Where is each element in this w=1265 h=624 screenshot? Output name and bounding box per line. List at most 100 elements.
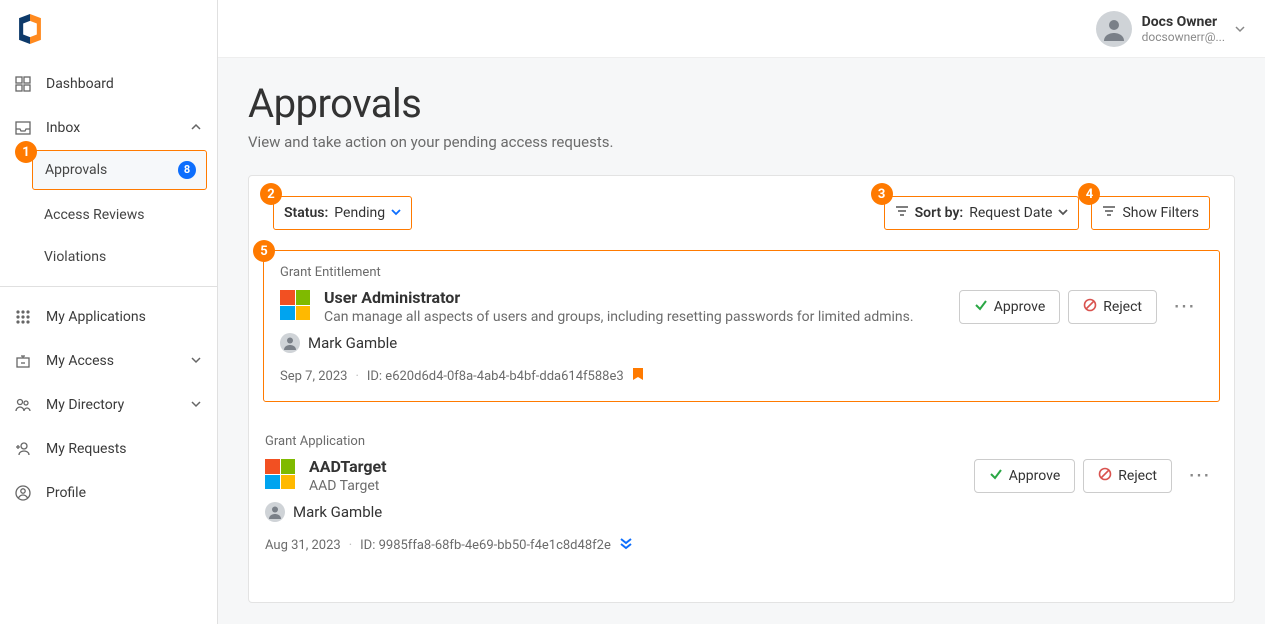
nav-label: My Applications (46, 309, 201, 325)
callout-3: 3 (871, 183, 893, 205)
requester-avatar-icon (265, 502, 285, 522)
nav-dashboard[interactable]: Dashboard (0, 62, 217, 106)
sort-icon (895, 204, 909, 222)
reject-label: Reject (1118, 468, 1157, 484)
request-desc: Can manage all aspects of users and grou… (324, 309, 945, 325)
profile-icon (14, 484, 32, 502)
user-name: Docs Owner (1142, 14, 1225, 30)
nav-label: My Requests (46, 441, 201, 457)
nav-profile[interactable]: Profile (0, 471, 217, 515)
more-actions-button[interactable]: ⋯ (1165, 296, 1203, 318)
nav-inbox-approvals[interactable]: 1 Approvals 8 (32, 150, 207, 190)
more-actions-button[interactable]: ⋯ (1180, 465, 1218, 487)
chevron-down-icon (191, 354, 201, 368)
callout-1: 1 (15, 141, 37, 163)
chevron-down-icon (391, 205, 401, 221)
status-filter[interactable]: 2 Status: Pending (273, 196, 412, 230)
nav-label: My Access (46, 353, 177, 369)
nav-my-access[interactable]: My Access (0, 339, 217, 383)
approve-label: Approve (994, 299, 1045, 315)
status-value: Pending (334, 205, 385, 221)
request-date: Sep 7, 2023 (280, 369, 347, 384)
inbox-icon (14, 119, 32, 137)
microsoft-icon (280, 290, 310, 320)
nav-label: Approvals (45, 162, 164, 178)
user-email: docsownerr@... (1142, 30, 1225, 44)
nav-inbox-access-reviews[interactable]: Access Reviews (0, 194, 217, 236)
requester: Mark Gamble (280, 333, 1203, 353)
callout-4: 4 (1078, 183, 1100, 205)
chevron-down-icon (1058, 205, 1068, 221)
approve-button[interactable]: Approve (974, 459, 1075, 493)
reject-label: Reject (1103, 299, 1142, 315)
reject-button[interactable]: Reject (1068, 290, 1157, 324)
nav-label: Inbox (46, 120, 177, 136)
nav-label: Dashboard (46, 76, 201, 92)
sort-label: Sort by: (915, 205, 964, 221)
request-title: AADTarget (309, 457, 960, 476)
user-menu[interactable]: Docs Owner docsownerr@... (1096, 11, 1245, 47)
ban-icon (1098, 467, 1112, 485)
requester: Mark Gamble (265, 502, 1218, 522)
nav-my-requests[interactable]: My Requests (0, 427, 217, 471)
sort-by[interactable]: 3 Sort by: Request Date (884, 196, 1080, 230)
bookmark-icon (632, 367, 644, 385)
page-subtitle: View and take action on your pending acc… (248, 133, 1235, 151)
request-id: ID: e620d6d4-0f8a-4ab4-b4bf-dda614f588e3 (367, 369, 624, 384)
callout-2: 2 (260, 183, 282, 205)
chevron-down-icon (1235, 19, 1245, 38)
chevron-up-icon (191, 121, 201, 135)
sidebar: Dashboard Inbox 1 Approvals 8 Access Rev… (0, 0, 218, 624)
request-type: Grant Entitlement (280, 265, 1203, 280)
content: Approvals View and take action on your p… (218, 58, 1265, 624)
approvals-count-badge: 8 (178, 161, 196, 179)
apps-icon (14, 308, 32, 326)
request-meta: Sep 7, 2023 · ID: e620d6d4-0f8a-4ab4-b4b… (280, 367, 1203, 385)
logo (0, 0, 217, 62)
requester-name: Mark Gamble (293, 503, 382, 521)
sort-value: Request Date (969, 205, 1052, 221)
reject-button[interactable]: Reject (1083, 459, 1172, 493)
request-card[interactable]: 5 Grant Entitlement User Administrator C… (263, 250, 1220, 402)
check-icon (974, 298, 988, 316)
access-icon (14, 352, 32, 370)
request-type: Grant Application (265, 434, 1218, 449)
check-icon (989, 467, 1003, 485)
nav-label: Access Reviews (44, 207, 144, 223)
request-desc: AAD Target (309, 478, 960, 494)
page-title: Approvals (248, 80, 1235, 127)
requester-name: Mark Gamble (308, 334, 397, 352)
nav-my-applications[interactable]: My Applications (0, 295, 217, 339)
nav-divider (0, 286, 217, 287)
nav-inbox-violations[interactable]: Violations (0, 236, 217, 278)
nav-my-directory[interactable]: My Directory (0, 383, 217, 427)
show-filters-button[interactable]: 4 Show Filters (1091, 196, 1210, 230)
microsoft-icon (265, 459, 295, 489)
topbar: Docs Owner docsownerr@... (218, 0, 1265, 58)
status-label: Status: (284, 205, 328, 221)
chevron-down-icon (191, 398, 201, 412)
panel-toolbar: 2 Status: Pending 3 Sort by: (249, 176, 1234, 250)
ban-icon (1083, 298, 1097, 316)
requests-icon (14, 440, 32, 458)
requester-avatar-icon (280, 333, 300, 353)
approve-label: Approve (1009, 468, 1060, 484)
main-area: Docs Owner docsownerr@... Approvals View… (218, 0, 1265, 624)
nav-label: My Directory (46, 397, 177, 413)
expand-down-icon[interactable] (619, 536, 633, 554)
request-card[interactable]: Grant Application AADTarget AAD Target (263, 420, 1220, 570)
nav-label: Violations (44, 249, 106, 265)
list-panel: 2 Status: Pending 3 Sort by: (248, 175, 1235, 603)
request-meta: Aug 31, 2023 · ID: 9985ffa8-68fb-4e69-bb… (265, 536, 1218, 554)
approve-button[interactable]: Approve (959, 290, 1060, 324)
request-date: Aug 31, 2023 (265, 538, 341, 553)
request-title: User Administrator (324, 288, 945, 307)
callout-5: 5 (253, 240, 275, 262)
user-avatar (1096, 11, 1132, 47)
filter-icon (1102, 204, 1116, 222)
directory-icon (14, 396, 32, 414)
nav-label: Profile (46, 485, 201, 501)
show-filters-label: Show Filters (1122, 205, 1199, 221)
request-id: ID: 9985ffa8-68fb-4e69-bb50-f4e1c8d48f2e (360, 538, 611, 553)
dashboard-icon (14, 75, 32, 93)
